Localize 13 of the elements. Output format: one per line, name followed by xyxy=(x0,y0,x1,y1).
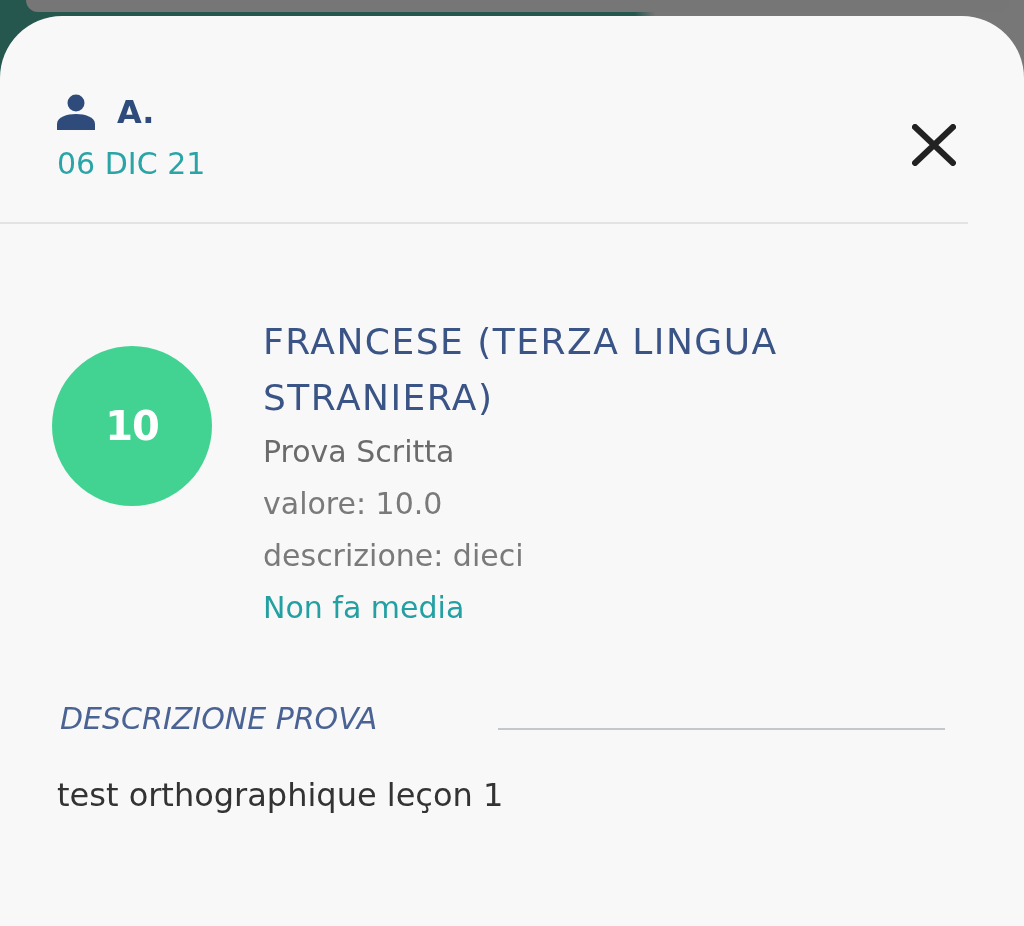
close-button[interactable] xyxy=(912,124,956,166)
subject-title: FRANCESE (TERZA LINGUA STRANIERA) xyxy=(263,320,779,420)
grade-detail: valore: 10.0 xyxy=(263,485,444,523)
person-icon xyxy=(57,94,95,130)
close-icon xyxy=(912,124,956,166)
grade-badge: 10 xyxy=(52,346,212,506)
average-note: Non fa media xyxy=(263,589,466,627)
section-heading: DESCRIZIONE PROVA xyxy=(60,700,378,738)
grade-detail: descrizione: dieci xyxy=(263,537,525,575)
test-type: Prova Scritta xyxy=(263,433,456,471)
student-name: A. xyxy=(117,92,155,132)
grade-date: 06 DIC 21 xyxy=(57,146,206,182)
description-text: test orthographique leçon 1 xyxy=(57,775,504,816)
